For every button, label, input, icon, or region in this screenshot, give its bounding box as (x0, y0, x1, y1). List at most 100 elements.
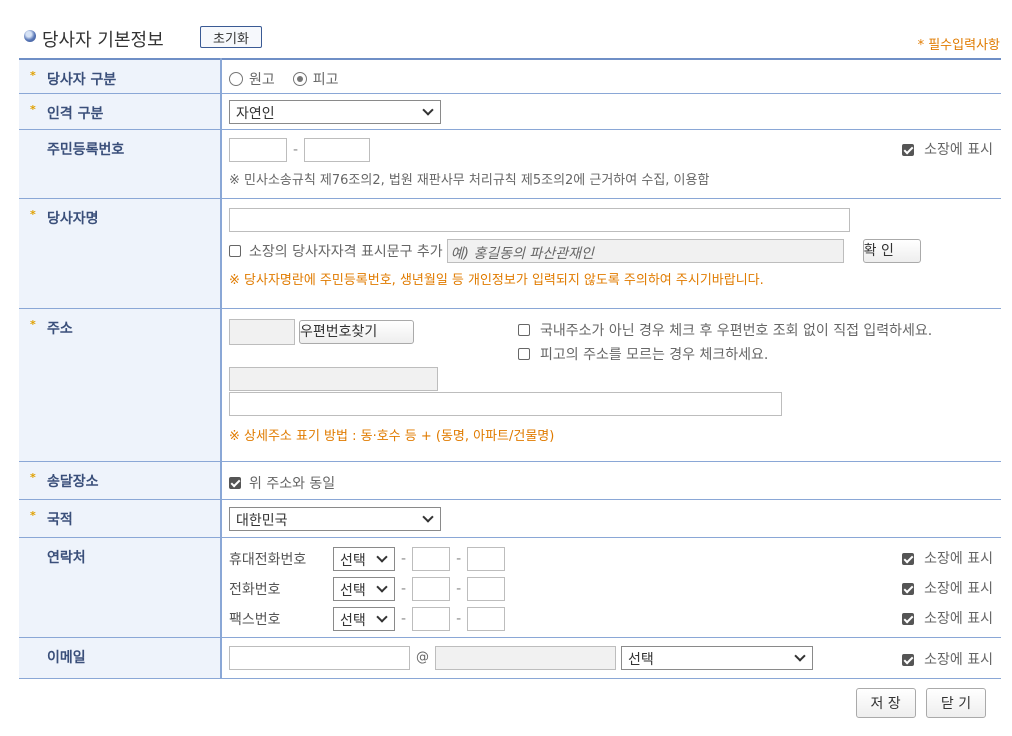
address-label: 주소 (47, 320, 73, 337)
foreign-address-checkbox[interactable] (518, 323, 530, 336)
email-at: @ (416, 650, 429, 665)
qualification-checkbox[interactable] (229, 244, 241, 257)
resident-number-label: 주민등록번호 (47, 141, 125, 158)
unknown-address-checkbox[interactable] (518, 347, 530, 360)
fax-show-group: 소장에 표시 (901, 608, 993, 628)
fax-label: 팩스번호 (229, 611, 281, 628)
mobile-show-checkbox[interactable] (901, 552, 914, 565)
bullet-icon (24, 30, 36, 42)
address-detail-note: ※ 상세주소 표기 방법 : 동·호수 등 + (동명, 아파트/건물명) (229, 428, 555, 444)
party-type-label: 당사자 구분 (47, 72, 117, 88)
email-label: 이메일 (47, 649, 86, 666)
address-detail-input[interactable] (229, 391, 782, 416)
chevron-down-icon (422, 510, 434, 523)
mobile-label: 휴대전화번호 (229, 551, 307, 568)
fax-prefix-select[interactable]: 선택 (333, 606, 395, 631)
contact-line-fax: 팩스번호 선택 - - 소장에 표시 (229, 604, 993, 634)
required-star-icon: * (30, 102, 36, 116)
dash: - (401, 580, 407, 597)
email-show-checkbox[interactable] (901, 653, 914, 666)
postcode-search-button[interactable]: 우편번호찾기 (299, 319, 414, 344)
qualification-label: 소장의 당사자자격 표시문구 추가 (249, 243, 443, 260)
confirm-button[interactable]: 확 인 (862, 238, 921, 263)
section-header: 당사자 기본정보 초기화 * 필수입력사항 (22, 26, 1000, 56)
save-button[interactable]: 저 장 (855, 688, 916, 718)
email-domain-input[interactable] (435, 645, 616, 670)
email-show-group: 소장에 표시 (901, 649, 993, 669)
person-type-label: 인격 구분 (47, 105, 104, 122)
email-domain-value: 선택 (628, 651, 654, 668)
mobile-show-label: 소장에 표시 (924, 550, 993, 567)
mobile-mid-input[interactable] (412, 546, 451, 571)
radio-defendant-label: 피고 (312, 72, 339, 88)
nationality-label: 국적 (47, 511, 73, 528)
page-title: 당사자 기본정보 (42, 30, 164, 51)
row-delivery: * 송달장소 위 주소와 동일 (19, 461, 1001, 500)
mobile-prefix-select[interactable]: 선택 (333, 546, 395, 571)
dash: - (456, 610, 462, 627)
required-star-icon: * (30, 470, 36, 484)
row-resident-number: 주민등록번호 - ※ 민사소송규칙 제76조의2, 법원 재판사무 처리규칙 제… (19, 129, 1001, 199)
mobile-prefix-value: 선택 (340, 552, 366, 569)
email-show-label: 소장에 표시 (924, 651, 993, 668)
resident-number-front-input[interactable] (229, 137, 287, 162)
phone-show-group: 소장에 표시 (901, 578, 993, 598)
resident-show-checkbox[interactable] (901, 143, 914, 156)
required-star-icon: * (30, 207, 36, 221)
resident-show-label: 소장에 표시 (924, 141, 993, 158)
party-name-input[interactable] (229, 207, 850, 232)
chevron-down-icon (376, 580, 388, 593)
unknown-address-label: 피고의 주소를 모르는 경우 체크하세요. (540, 346, 769, 363)
radio-plaintiff-label: 원고 (249, 72, 275, 88)
footer-buttons: 저 장 닫 기 (850, 688, 986, 718)
phone-mid-input[interactable] (412, 576, 451, 601)
person-type-select[interactable]: 자연인 (229, 99, 441, 124)
fax-last-input[interactable] (467, 606, 506, 631)
dash: - (401, 610, 407, 627)
contact-label: 연락처 (47, 549, 86, 566)
foreign-address-label: 국내주소가 아닌 경우 체크 후 우편번호 조회 없이 직접 입력하세요. (540, 322, 933, 339)
required-star-icon: * (30, 508, 36, 522)
dash: - (401, 550, 407, 567)
mobile-last-input[interactable] (467, 546, 506, 571)
row-person-type: * 인격 구분 자연인 (19, 93, 1001, 130)
phone-show-label: 소장에 표시 (924, 580, 993, 597)
fax-mid-input[interactable] (412, 606, 451, 631)
row-contact: 연락처 휴대전화번호 선택 - - 소장에 표시 전화번호 선택 - - 소장에… (19, 537, 1001, 638)
phone-label: 전화번호 (229, 581, 281, 598)
same-address-label: 위 주소와 동일 (249, 475, 336, 492)
row-party-name: * 당사자명 소장의 당사자자격 표시문구 추가 예) 홍길동의 파산관재인 확… (19, 198, 1001, 309)
phone-prefix-value: 선택 (340, 582, 366, 599)
reset-button[interactable]: 초기화 (200, 26, 262, 48)
row-address: * 주소 우편번호찾기 국내주소가 아닌 경우 체크 후 우편번호 조회 없이 … (19, 308, 1001, 462)
party-name-label: 당사자명 (47, 210, 99, 227)
person-type-value: 자연인 (236, 105, 275, 122)
resident-show-checkbox-group: 소장에 표시 (901, 139, 993, 159)
fax-show-label: 소장에 표시 (924, 610, 993, 627)
contact-line-phone: 전화번호 선택 - - 소장에 표시 (229, 574, 993, 604)
address-base-input[interactable] (229, 366, 438, 391)
email-domain-select[interactable]: 선택 (621, 645, 813, 670)
nationality-select[interactable]: 대한민국 (229, 506, 441, 531)
email-id-input[interactable] (229, 645, 410, 670)
fax-show-checkbox[interactable] (901, 612, 914, 625)
same-address-checkbox[interactable] (229, 476, 241, 489)
phone-prefix-select[interactable]: 선택 (333, 576, 395, 601)
delivery-label: 송달장소 (47, 473, 99, 490)
party-name-warning: ※ 당사자명란에 주민등록번호, 생년월일 등 개인정보가 입력되지 않도록 주… (229, 272, 764, 288)
close-button[interactable]: 닫 기 (926, 688, 986, 718)
party-info-form: * 당사자 구분 원고 피고 * 인격 구분 자연인 주민등록번호 - ※ 민사… (19, 58, 1001, 679)
resident-number-back-input[interactable] (304, 137, 371, 162)
contact-line-mobile: 휴대전화번호 선택 - - 소장에 표시 (229, 544, 993, 574)
row-email: 이메일 @ 선택 소장에 표시 (19, 637, 1001, 679)
phone-show-checkbox[interactable] (901, 582, 914, 595)
qualification-input[interactable]: 예) 홍길동의 파산관재인 (446, 238, 844, 263)
required-star-icon: * (30, 69, 36, 82)
radio-plaintiff[interactable] (229, 72, 243, 86)
fax-prefix-value: 선택 (340, 612, 366, 629)
postcode-input[interactable] (229, 318, 295, 345)
nationality-value: 대한민국 (236, 512, 288, 529)
required-star-icon: * (30, 317, 36, 331)
phone-last-input[interactable] (467, 576, 506, 601)
radio-defendant[interactable] (292, 72, 307, 86)
